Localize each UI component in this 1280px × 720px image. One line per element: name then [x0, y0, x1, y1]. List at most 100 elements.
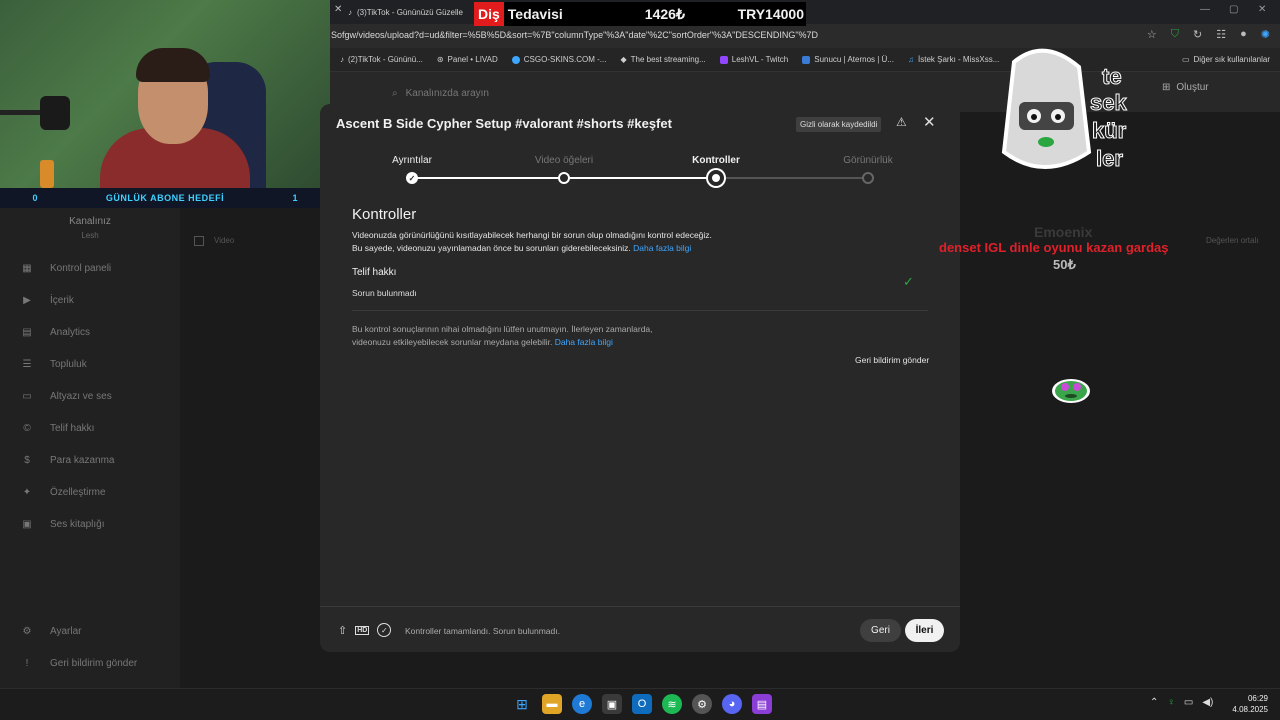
upload-icon: ⇧ [338, 624, 348, 637]
tab-title: (3)TikTok - Gününüzü Güzelle [357, 7, 463, 17]
maximize-icon[interactable]: ▢ [1229, 4, 1238, 15]
volume-icon[interactable]: ◀) [1202, 697, 1213, 708]
section-heading: Kontroller [352, 206, 417, 223]
copilot-icon[interactable]: ✺ [1261, 28, 1270, 41]
nav-analytics[interactable]: ▤ Analytics [20, 327, 180, 338]
nav-subtitles[interactable]: ▭ Altyazı ve ses [20, 391, 180, 402]
checks-description: Videonuzda görünürlüğünü kısıtlayabilece… [352, 230, 712, 253]
bookmark-item[interactable]: ⊛ Panel • LIVAD [437, 55, 498, 64]
refresh-icon[interactable]: ↻ [1193, 28, 1202, 41]
learn-more-link[interactable]: Daha fazla bilgi [633, 243, 691, 253]
nav-community[interactable]: ☰ Topluluk [20, 359, 180, 370]
footer-divider [320, 606, 960, 607]
banner-raised: 1426₺ [644, 5, 685, 22]
collections-icon[interactable]: ☷ [1216, 28, 1226, 41]
community-icon: ☰ [22, 359, 32, 370]
close-icon[interactable]: ✕ [923, 113, 936, 131]
nav-settings[interactable]: ⚙ Ayarlar [20, 626, 180, 637]
subtitles-icon: ▭ [22, 391, 32, 402]
select-all-checkbox[interactable] [194, 236, 204, 246]
step-label-elements[interactable]: Video öğeleri [535, 155, 593, 166]
footer-status-icons: ⇧ HD ✓ [338, 623, 392, 637]
star-icon[interactable]: ☆ [1147, 28, 1157, 41]
step-label-details[interactable]: Ayrıntılar [392, 155, 432, 166]
dialog-title: Ascent B Side Cypher Setup #valorant #sh… [336, 116, 672, 131]
url-text[interactable]: Sofgw/videos/upload?d=ud&filter=%5B%5D&s… [331, 30, 818, 40]
network-icon[interactable]: ▭ [1184, 697, 1193, 708]
microphone [40, 96, 70, 130]
discord-icon[interactable]: ◕ [722, 694, 742, 714]
search-placeholder: Kanalınızda arayın [405, 87, 489, 99]
step-label-checks[interactable]: Kontroller [692, 155, 740, 166]
create-button[interactable]: ⊞ Oluştur [1162, 82, 1209, 93]
nav-monetization[interactable]: $ Para kazanma [20, 455, 180, 466]
nav-audio-library[interactable]: ▣ Ses kitaplığı [20, 519, 180, 530]
column-header-right: Değerlen ortalı [1206, 236, 1259, 245]
note-learn-more-link[interactable]: Daha fazla bilgi [555, 337, 613, 347]
step-check-icon[interactable]: ✓ [406, 172, 418, 184]
channel-name: Kanalınız [69, 216, 111, 227]
file-explorer-icon[interactable]: ▬ [542, 694, 562, 714]
bookmark-item[interactable]: CSGO-SKINS.COM -... [511, 55, 606, 64]
search-input[interactable]: ⌕ Kanalınızda arayın [392, 82, 752, 104]
audio-library-icon: ▣ [22, 519, 32, 530]
bookmark-item[interactable]: ◆ The best streaming... [620, 55, 705, 64]
profile-icon[interactable]: ● [1240, 28, 1247, 41]
steam-icon[interactable]: ⚙ [692, 694, 712, 714]
donor-name: Emoenix [1034, 224, 1093, 240]
stepper-line-todo [716, 177, 868, 179]
chevron-up-icon[interactable]: ⌃ [1150, 697, 1158, 708]
saved-privately-badge: Gizli olarak kaydedildi [796, 117, 882, 132]
emote-eye-left [1061, 383, 1069, 391]
shield-icon[interactable]: ⛉ [1171, 28, 1179, 41]
tab-close-icon[interactable]: ✕ [334, 4, 342, 15]
customization-icon: ✦ [22, 487, 32, 498]
report-icon[interactable]: ⚠ [896, 115, 907, 129]
channel-handle: Lesh [81, 231, 99, 240]
nav-content[interactable]: ▶ İçerik [20, 295, 180, 306]
nav-feedback[interactable]: ! Geri bildirim gönder [20, 658, 180, 669]
folder-icon: ▭ [1181, 55, 1190, 64]
system-tray: ⌃ ♀ ▭ ◀) [1150, 697, 1213, 708]
edge-icon[interactable]: e [572, 694, 592, 714]
step-dot-elements[interactable] [558, 172, 570, 184]
knight-thanks-sticker: te sek kür ler [1001, 48, 1128, 172]
browser-tab[interactable]: ♪ (3)TikTok - Gününüzü Güzelle [348, 4, 488, 20]
nav-dashboard[interactable]: ▦ Kontrol paneli [20, 263, 180, 274]
streamer-hair [136, 48, 210, 82]
step-dot-visibility[interactable] [862, 172, 874, 184]
microphone-icon[interactable]: ♀ [1167, 697, 1175, 708]
obs-icon[interactable]: ▤ [752, 694, 772, 714]
search-icon: ⌕ [392, 87, 398, 99]
sub-goal-title: GÜNLÜK ABONE HEDEFİ [105, 193, 225, 203]
clock-time: 06:29 [1247, 694, 1268, 703]
csgo-icon [511, 55, 520, 64]
store-icon[interactable]: ▣ [602, 694, 622, 714]
windows-start-icon[interactable]: ⊞ [512, 694, 532, 714]
step-dot-checks[interactable] [708, 170, 724, 186]
feedback-icon: ! [25, 658, 29, 669]
other-bookmarks[interactable]: ▭ Diğer sık kullanılanlar [1182, 55, 1270, 64]
sticker-pupil-left [1031, 114, 1037, 120]
bookmark-item[interactable]: LeshVL - Twitch [719, 55, 788, 64]
bookmark-item[interactable]: Sunucu | Aternos | Ü... [802, 55, 894, 64]
taskbar-clock[interactable]: 06:29 4.08.2025 [1226, 693, 1268, 715]
sticker-word: sek [1090, 90, 1127, 115]
nav-customization[interactable]: ✦ Özelleştirme [20, 487, 180, 498]
step-label-visibility[interactable]: Görünürlük [843, 155, 892, 166]
minimize-icon[interactable]: — [1200, 4, 1210, 15]
outlook-icon[interactable]: O [632, 694, 652, 714]
window-close-icon[interactable]: ✕ [1258, 4, 1266, 15]
next-button[interactable]: İleri [905, 619, 944, 642]
sticker-word: te [1102, 64, 1122, 89]
donor-amount: 50₺ [1053, 257, 1076, 272]
bookmark-item[interactable]: ♪ (2)TikTok - Gününü... [340, 55, 423, 64]
donation-goal-banner: Diş Tedavisi 1426₺ TRY14000 [474, 2, 806, 26]
nav-copyright[interactable]: © Telif hakkı [20, 423, 180, 434]
video-column-header: Video [214, 236, 235, 245]
clock-date: 4.08.2025 [1232, 705, 1268, 714]
back-button[interactable]: Geri [860, 619, 901, 642]
send-feedback-link[interactable]: Geri bildirim gönder [855, 355, 929, 365]
webcam-overlay [0, 0, 330, 188]
spotify-icon[interactable]: ≋ [662, 694, 682, 714]
